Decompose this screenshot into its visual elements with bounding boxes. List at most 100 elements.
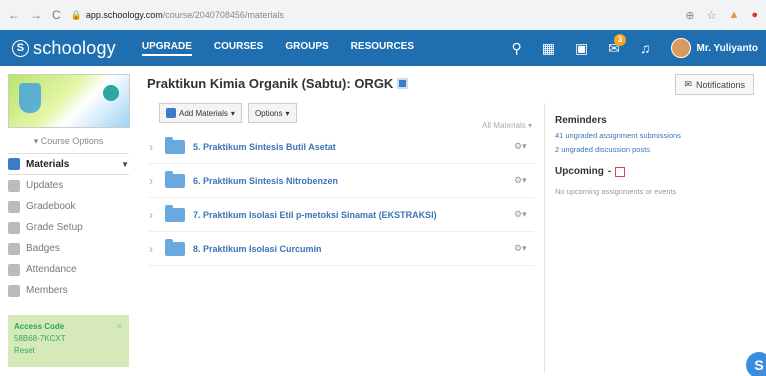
attendance-icon: [8, 263, 20, 276]
course-image: [8, 74, 130, 128]
url-path: /course/2040708456/materials: [162, 10, 284, 20]
page-title: Praktikun Kimia Organik (Sabtu): ORGK: [147, 76, 754, 91]
access-code-box: ✕ Access Code 58B68-7KCXT Reset: [8, 315, 129, 367]
molecule-icon: [103, 85, 119, 101]
apps-grid-icon[interactable]: ▦: [542, 40, 555, 57]
course-icon: [397, 78, 409, 89]
upcoming-label: Upcoming: [555, 166, 604, 177]
browser-nav: ← → C: [8, 8, 61, 22]
options-button[interactable]: Options ▾: [247, 103, 297, 123]
user-menu[interactable]: Mr. Yuliyanto: [670, 38, 759, 58]
grade-setup-icon: [8, 221, 20, 234]
notifications-label: Notifications: [695, 79, 745, 90]
extension-icon[interactable]: ▲: [728, 9, 739, 21]
folder-name[interactable]: 7. Praktikum Isolasi Etil p-metoksi Sina…: [193, 210, 514, 220]
course-options-label: Course Options: [40, 136, 104, 146]
materials-icon: [8, 158, 20, 170]
members-icon: [8, 284, 20, 297]
course-sidebar: ▾ Course Options Materials ▼ Updates Gra…: [0, 66, 137, 376]
nav-courses[interactable]: COURSES: [214, 41, 263, 56]
folder-row[interactable]: › 5. Praktikum Sintesis Butil Asetat ⚙▾: [149, 130, 534, 164]
top-tools: ⚲ ▦ ▣ ✉ 3 ♫ Mr. Yuliyanto: [512, 33, 759, 58]
folder-icon: [165, 204, 185, 222]
schoology-logo[interactable]: S schoology: [12, 38, 116, 59]
reminders-heading: Reminders: [555, 115, 607, 126]
sidebar-item-updates[interactable]: Updates: [8, 175, 129, 196]
sidebar-item-members[interactable]: Members: [8, 280, 129, 301]
browser-toolbar: ← → C 🔒 app.schoology.com /course/204070…: [0, 0, 766, 30]
user-name: Mr. Yuliyanto: [696, 42, 759, 54]
reminder-link[interactable]: 2 ungraded discussion posts: [555, 145, 754, 154]
folder-icon: [165, 136, 185, 154]
upcoming-empty: No upcoming assignments or events: [555, 187, 677, 196]
close-icon[interactable]: ✕: [116, 321, 123, 333]
messages-badge: 3: [614, 33, 626, 46]
folder-name[interactable]: 8. Praktikum Isolasi Curcumin: [193, 244, 514, 254]
profile-icon[interactable]: ●: [751, 9, 758, 21]
lock-icon: 🔒: [70, 9, 82, 20]
gear-icon[interactable]: ⚙▾: [514, 209, 534, 220]
reminder-link[interactable]: 41 ungraded assignment submissions: [555, 131, 754, 140]
calendar-icon[interactable]: ▣: [575, 40, 588, 57]
browser-right-tools: ⊕ ☆ ▲ ●: [685, 9, 758, 22]
back-icon[interactable]: ←: [8, 8, 20, 22]
notifications-button[interactable]: ✉ Notifications: [675, 74, 754, 95]
main-content: Praktikun Kimia Organik (Sabtu): ORGK ✉ …: [137, 66, 766, 376]
add-materials-button[interactable]: Add Materials ▾: [159, 103, 242, 123]
sidebar-item-label: Updates: [26, 180, 64, 191]
gradebook-icon: [8, 200, 20, 213]
messages-icon[interactable]: ✉ 3: [608, 33, 626, 57]
chat-bubble-icon[interactable]: S: [746, 352, 766, 376]
sidebar-item-badges[interactable]: Badges: [8, 238, 129, 259]
reminders-panel: Reminders 41 ungraded assignment submiss…: [544, 103, 754, 373]
updates-icon: [8, 179, 20, 192]
search-icon[interactable]: ⚲: [512, 40, 522, 57]
upcoming-heading: Upcoming -: [555, 166, 754, 177]
chevron-down-icon: ▼: [121, 159, 129, 169]
folder-row[interactable]: › 8. Praktikum Isolasi Curcumin ⚙▾: [149, 232, 534, 266]
nav-groups[interactable]: GROUPS: [285, 41, 328, 56]
zoom-icon[interactable]: ⊕: [685, 9, 694, 22]
gear-icon[interactable]: ⚙▾: [514, 141, 534, 152]
folder-icon: [165, 238, 185, 256]
nav-upgrade[interactable]: UPGRADE: [141, 41, 192, 56]
course-title: Praktikun Kimia Organik (Sabtu): ORGK: [147, 76, 394, 91]
star-icon[interactable]: ☆: [707, 9, 717, 22]
avatar: [670, 38, 691, 58]
sidebar-item-attendance[interactable]: Attendance: [8, 259, 129, 280]
folder-row[interactable]: › 6. Praktikum Sintesis Nitrobenzen ⚙▾: [149, 164, 534, 198]
forward-icon[interactable]: →: [30, 8, 42, 22]
notifications-bell-icon[interactable]: ♫: [640, 40, 651, 56]
reload-icon[interactable]: C: [52, 8, 61, 22]
chevron-right-icon[interactable]: ›: [149, 208, 165, 222]
sidebar-item-grade-setup[interactable]: Grade Setup: [8, 217, 129, 238]
logo-text: schoology: [33, 37, 116, 58]
nav-resources[interactable]: RESOURCES: [351, 41, 414, 56]
top-navbar: S schoology UPGRADE COURSES GROUPS RESOU…: [0, 30, 766, 66]
chevron-right-icon[interactable]: ›: [149, 174, 165, 188]
sidebar-item-materials[interactable]: Materials ▼: [8, 154, 129, 175]
gear-icon[interactable]: ⚙▾: [514, 243, 534, 254]
sidebar-item-label: Grade Setup: [26, 222, 83, 233]
course-options-link[interactable]: ▾ Course Options: [8, 128, 129, 154]
envelope-icon: ✉: [684, 79, 692, 89]
folder-name[interactable]: 5. Praktikum Sintesis Butil Asetat: [193, 142, 514, 152]
folder-name[interactable]: 6. Praktikum Sintesis Nitrobenzen: [193, 176, 514, 186]
sidebar-item-label: Gradebook: [26, 201, 76, 212]
content-panel: Add Materials ▾ Options ▾ All Materials …: [149, 103, 754, 373]
address-bar[interactable]: 🔒 app.schoology.com /course/2040708456/m…: [71, 10, 686, 21]
chevron-right-icon[interactable]: ›: [149, 242, 165, 256]
logo-s-icon: S: [12, 39, 29, 57]
gear-icon[interactable]: ⚙▾: [514, 175, 534, 186]
folder-row[interactable]: › 7. Praktikum Isolasi Etil p-metoksi Sin…: [149, 198, 534, 232]
sidebar-item-gradebook[interactable]: Gradebook: [8, 196, 129, 217]
calendar-icon[interactable]: [615, 166, 626, 177]
flask-icon: [19, 83, 41, 113]
sidebar-item-label: Badges: [26, 243, 60, 254]
chevron-right-icon[interactable]: ›: [149, 140, 165, 154]
sidebar-item-label: Attendance: [26, 264, 77, 275]
access-code-value: 58B68-7KCXT: [14, 334, 66, 343]
all-materials-label: All Materials: [482, 121, 526, 130]
access-code-reset[interactable]: Reset: [14, 345, 123, 357]
sidebar-item-label: Members: [26, 285, 68, 296]
